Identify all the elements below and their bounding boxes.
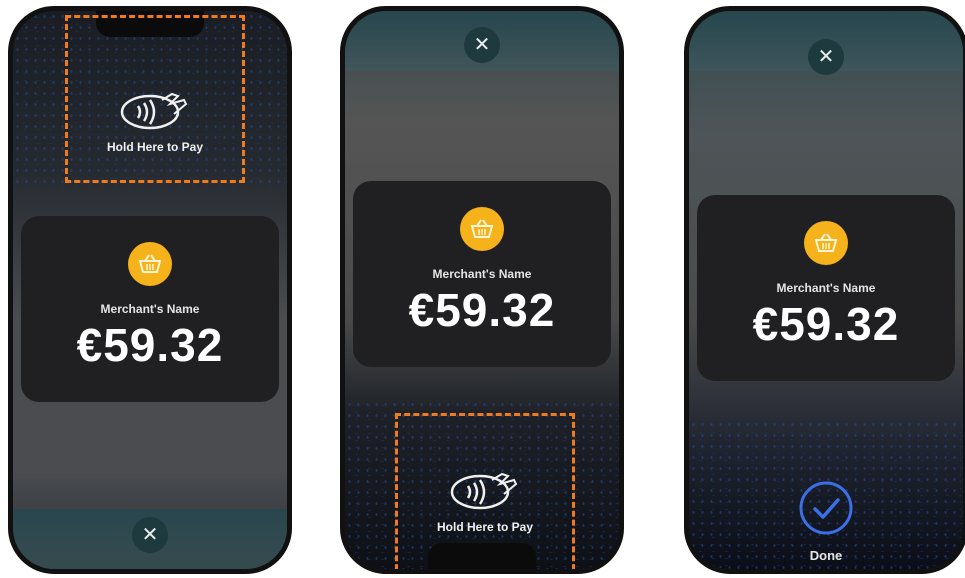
phone-screen-3: ✕ Merchant's Name €59.32 Done (684, 6, 965, 574)
payment-amount: €59.32 (752, 298, 900, 350)
nfc-contactless-icon (450, 472, 518, 510)
close-icon: ✕ (817, 46, 835, 68)
close-button[interactable]: ✕ (808, 39, 844, 75)
checkmark-circle-icon (799, 481, 853, 535)
close-button[interactable]: ✕ (464, 27, 500, 63)
payment-amount: €59.32 (76, 319, 224, 371)
phone-screen-2: ✕ Merchant's Name €59.32 Hold Here to Pa… (340, 6, 624, 574)
basket-icon (460, 207, 504, 251)
payment-amount: €59.32 (408, 284, 556, 336)
tap-to-pay-zone[interactable]: Hold Here to Pay (65, 15, 245, 183)
done-indicator[interactable]: Done (689, 479, 963, 563)
pay-label: Hold Here to Pay (436, 520, 534, 534)
phone-screen-1: Hold Here to Pay Merchant's Name €59.32 … (8, 6, 292, 574)
payment-flow-illustration: Hold Here to Pay Merchant's Name €59.32 … (0, 0, 965, 578)
basket-icon (128, 242, 172, 286)
payment-card: Merchant's Name €59.32 (21, 216, 279, 402)
done-label: Done (809, 548, 843, 563)
close-button[interactable]: ✕ (132, 517, 168, 553)
merchant-name: Merchant's Name (776, 281, 876, 295)
payment-card: Merchant's Name €59.32 (697, 195, 955, 381)
close-icon: ✕ (141, 524, 159, 546)
phone-notch (428, 543, 536, 569)
pay-label: Hold Here to Pay (106, 140, 204, 154)
payment-card: Merchant's Name €59.32 (353, 181, 611, 367)
close-icon: ✕ (473, 34, 491, 56)
merchant-name: Merchant's Name (432, 267, 532, 281)
basket-icon (804, 221, 848, 265)
nfc-contactless-icon (120, 92, 188, 130)
merchant-name: Merchant's Name (100, 302, 200, 316)
